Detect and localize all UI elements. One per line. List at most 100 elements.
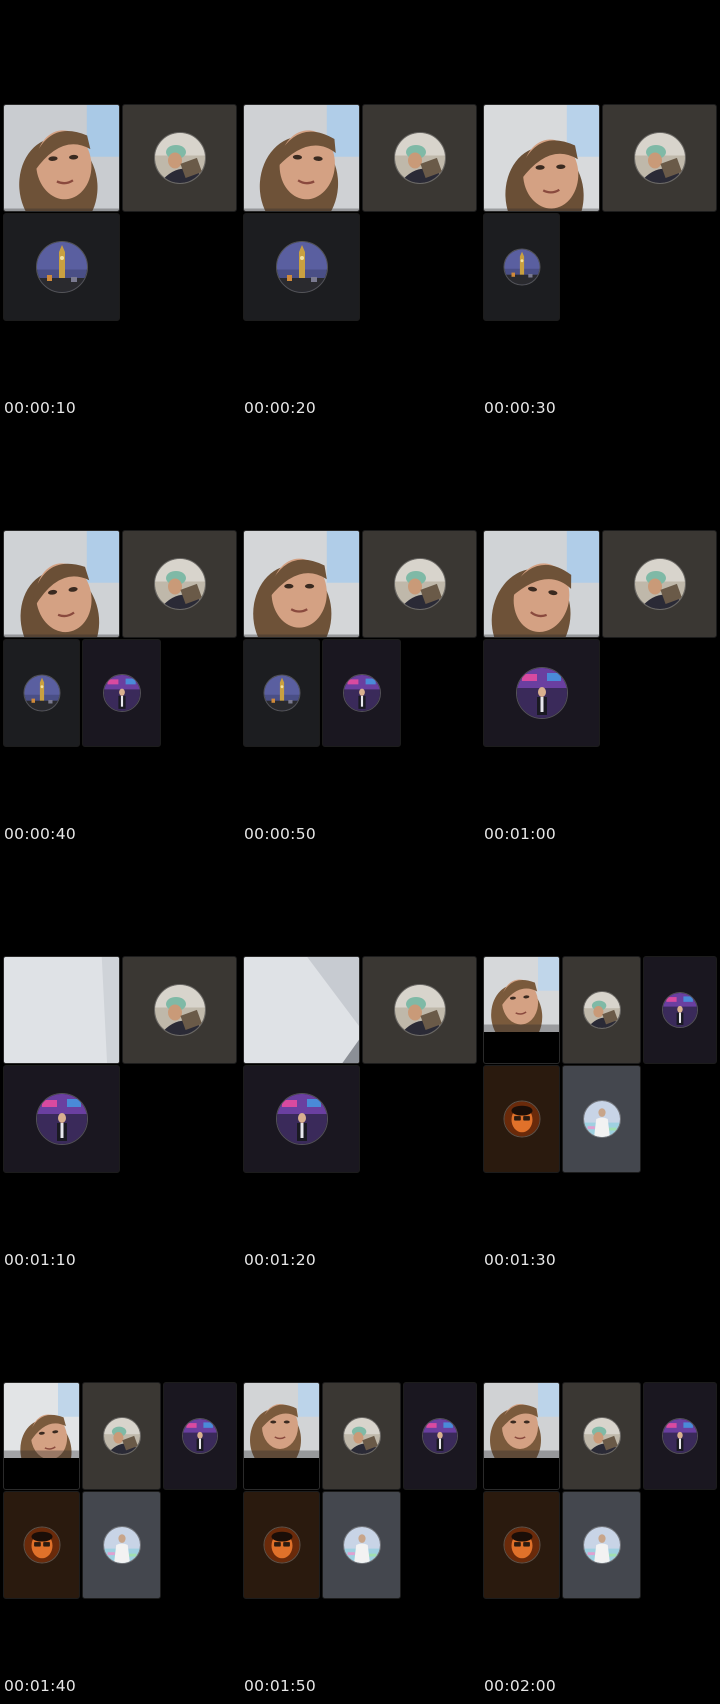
- self-camera-tile: [243, 104, 360, 212]
- participant-tile: [322, 639, 401, 747]
- self-camera-tile: [3, 956, 120, 1064]
- frame-timestamp: 00:02:00: [484, 1677, 557, 1695]
- avatar-broadcast-icon: [35, 1093, 88, 1145]
- avatar-blue-hair-icon: [342, 1417, 381, 1455]
- avatar-broadcast-icon: [662, 1418, 698, 1454]
- call-frame: 00:00:30: [480, 0, 720, 426]
- participant-tile: [562, 956, 641, 1064]
- participant-tile: [483, 1065, 560, 1173]
- camera-feed: [4, 531, 119, 637]
- call-frame: 00:00:20: [240, 0, 480, 426]
- participant-tile: [243, 213, 360, 321]
- camera-feed: [484, 957, 559, 1032]
- self-camera-tile: [483, 530, 600, 638]
- avatar-big-ben-icon: [503, 248, 540, 286]
- participant-tile: [483, 213, 560, 321]
- camera-feed: [244, 105, 359, 211]
- participant-tile: [562, 1491, 641, 1599]
- participant-tile: [643, 1382, 717, 1490]
- self-camera-tile: [243, 530, 360, 638]
- participant-tile: [403, 1382, 477, 1490]
- participant-tile: [562, 1382, 641, 1490]
- participant-tile: [82, 639, 161, 747]
- camera-feed: [484, 1383, 559, 1458]
- participant-tile: [163, 1382, 237, 1490]
- avatar-blue-hair-icon: [393, 132, 446, 184]
- participant-tile: [82, 1491, 161, 1599]
- avatar-big-ben-icon: [263, 674, 300, 712]
- participant-tile: [122, 104, 237, 212]
- participant-tile: [322, 1382, 401, 1490]
- avatar-big-ben-icon: [35, 241, 88, 293]
- avatar-broadcast-icon: [342, 674, 381, 712]
- avatar-broadcast-icon: [422, 1418, 458, 1454]
- avatar-white-shirt-icon: [582, 1526, 621, 1564]
- participant-tile: [122, 956, 237, 1064]
- avatar-blue-hair-icon: [153, 132, 206, 184]
- participant-tile: [3, 1491, 80, 1599]
- participant-tile: [362, 104, 477, 212]
- camera-feed: [4, 105, 119, 211]
- frame-timestamp: 00:01:00: [484, 825, 557, 843]
- avatar-broadcast-icon: [662, 992, 698, 1028]
- call-frame: 00:01:20: [240, 852, 480, 1278]
- camera-feed: [244, 531, 359, 637]
- call-frame: 00:00:10: [0, 0, 240, 426]
- participant-tile: [562, 1065, 641, 1173]
- self-camera-tile: [3, 104, 120, 212]
- frame-timestamp: 00:01:40: [4, 1677, 77, 1695]
- avatar-glasses-icon: [263, 1526, 300, 1564]
- avatar-blue-hair-icon: [393, 558, 446, 610]
- participant-tile: [322, 1491, 401, 1599]
- participant-tile: [483, 639, 600, 747]
- participant-tile: [82, 1382, 161, 1490]
- self-camera-tile: [3, 530, 120, 638]
- call-frame: 00:01:10: [0, 852, 240, 1278]
- camera-feed: [484, 105, 599, 211]
- frame-timestamp: 00:01:10: [4, 1251, 77, 1269]
- frame-timestamp: 00:01:50: [244, 1677, 317, 1695]
- avatar-blue-hair-icon: [153, 984, 206, 1036]
- frame-timestamp: 00:00:50: [244, 825, 317, 843]
- avatar-glasses-icon: [23, 1526, 60, 1564]
- frame-timestamp: 00:01:30: [484, 1251, 557, 1269]
- participant-tile: [3, 213, 120, 321]
- avatar-blue-hair-icon: [102, 1417, 141, 1455]
- participant-tile: [602, 104, 717, 212]
- call-frame: 00:01:00: [480, 426, 720, 852]
- participant-tile: [3, 1065, 120, 1173]
- avatar-broadcast-icon: [275, 1093, 328, 1145]
- self-camera-tile: [243, 1382, 320, 1490]
- avatar-blue-hair-icon: [633, 558, 686, 610]
- avatar-broadcast-icon: [102, 674, 141, 712]
- participant-tile: [122, 530, 237, 638]
- avatar-white-shirt-icon: [582, 1100, 621, 1138]
- call-frame: 00:02:00: [480, 1278, 720, 1704]
- camera-feed: [484, 531, 599, 637]
- avatar-blue-hair-icon: [633, 132, 686, 184]
- camera-feed: [4, 957, 119, 1063]
- avatar-glasses-icon: [503, 1526, 540, 1564]
- participant-tile: [483, 1491, 560, 1599]
- frame-timestamp: 00:00:30: [484, 399, 557, 417]
- frame-timestamp: 00:00:40: [4, 825, 77, 843]
- camera-feed: [244, 1383, 319, 1458]
- call-frame: 00:01:30: [480, 852, 720, 1278]
- participant-tile: [362, 530, 477, 638]
- avatar-blue-hair-icon: [393, 984, 446, 1036]
- participant-tile: [3, 639, 80, 747]
- call-frame: 00:00:40: [0, 426, 240, 852]
- participant-tile: [362, 956, 477, 1064]
- participant-tile: [602, 530, 717, 638]
- self-camera-tile: [483, 956, 560, 1064]
- call-frame: 00:01:50: [240, 1278, 480, 1704]
- avatar-blue-hair-icon: [582, 991, 621, 1029]
- self-camera-tile: [483, 104, 600, 212]
- avatar-blue-hair-icon: [582, 1417, 621, 1455]
- frame-timestamp: 00:01:20: [244, 1251, 317, 1269]
- frame-timestamp: 00:00:10: [4, 399, 77, 417]
- participant-tile: [643, 956, 717, 1064]
- avatar-broadcast-icon: [182, 1418, 218, 1454]
- participant-tile: [243, 639, 320, 747]
- frame-timestamp: 00:00:20: [244, 399, 317, 417]
